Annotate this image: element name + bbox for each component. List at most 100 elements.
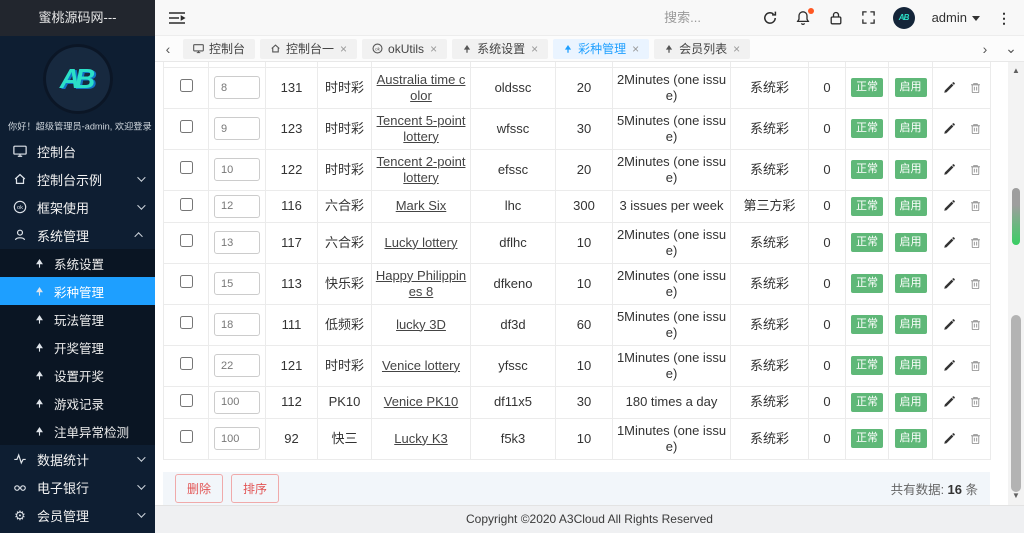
close-icon[interactable]: × [430,42,437,56]
edit-icon[interactable] [942,122,956,136]
sidebar-item-play-management[interactable]: 玩法管理 [0,305,155,333]
close-icon[interactable]: × [340,42,347,56]
lottery-zero: 0 [809,190,846,222]
row-checkbox[interactable] [180,120,193,133]
tab-okutils[interactable]: ok okUtils × [362,39,447,59]
sort-input[interactable] [214,117,260,140]
edit-icon[interactable] [942,359,956,373]
edit-icon[interactable] [942,432,956,446]
sidebar-item-game-records[interactable]: 游戏记录 [0,389,155,417]
lottery-name-link[interactable]: Lucky lottery [385,235,458,250]
sidebar-item-bet-anomaly-check[interactable]: 注单异常检测 [0,417,155,445]
delete-icon[interactable] [969,199,982,213]
sidebar-item-lottery-management[interactable]: 彩种管理 [0,277,155,305]
lottery-name-link[interactable]: Happy Philippines 8 [376,268,466,299]
lock-icon[interactable] [828,10,844,26]
scrollbar-thumb-inner[interactable] [1012,188,1020,245]
edit-icon[interactable] [942,199,956,213]
row-checkbox[interactable] [180,316,193,329]
delete-icon[interactable] [969,122,982,136]
scrollbar[interactable]: ▲ ▼ [1008,62,1024,505]
tab-lottery-management[interactable]: 彩种管理 × [553,39,649,59]
lottery-name-link[interactable]: Tencent 2-point lottery [377,154,466,185]
lottery-name-link[interactable]: Venice lottery [382,358,460,373]
row-checkbox[interactable] [180,234,193,247]
edit-icon[interactable] [942,236,956,250]
tab-dashboard[interactable]: 控制台 [183,39,255,59]
edit-icon[interactable] [942,277,956,291]
row-checkbox[interactable] [180,357,193,370]
tabs-scroll-right-icon[interactable]: › [972,36,998,61]
lottery-name-link[interactable]: Lucky K3 [394,431,447,446]
sort-input[interactable] [214,391,260,414]
sidebar-item-draw-management[interactable]: 开奖管理 [0,333,155,361]
sidebar-item-set-draw[interactable]: 设置开奖 [0,361,155,389]
close-icon[interactable]: × [531,42,538,56]
sidebar-item-framework[interactable]: ok 框架使用 [0,193,155,221]
avatar[interactable]: AB [893,7,915,29]
lottery-name-link[interactable]: lucky 3D [396,317,446,332]
sort-input[interactable] [214,158,260,181]
tab-member-list[interactable]: 会员列表 × [654,39,750,59]
sort-button[interactable]: 排序 [231,474,279,503]
sidebar-item-console-demo[interactable]: 控制台示例 [0,165,155,193]
search-input[interactable] [618,10,748,25]
sort-input[interactable] [214,195,260,218]
delete-icon[interactable] [969,395,982,409]
delete-icon[interactable] [969,277,982,291]
sort-input[interactable] [214,76,260,99]
tab-system-settings[interactable]: 系统设置 × [452,39,548,59]
tabs-dropdown-icon[interactable]: ⌄ [998,36,1024,61]
tabs-scroll-left-icon[interactable]: ‹ [155,36,181,61]
delete-icon[interactable] [969,318,982,332]
sidebar-item-dashboard[interactable]: 控制台 [0,137,155,165]
sidebar-item-e-bank[interactable]: 电子银行 [0,473,155,501]
edit-icon[interactable] [942,81,956,95]
tree-icon [32,426,46,437]
bell-icon[interactable] [795,10,811,26]
lottery-type: 快乐彩 [318,263,372,304]
delete-button[interactable]: 删除 [175,474,223,503]
row-checkbox[interactable] [180,394,193,407]
sort-input[interactable] [214,313,260,336]
sort-input[interactable] [214,427,260,450]
edit-icon[interactable] [942,318,956,332]
status-badge: 正常 [851,274,883,293]
lottery-name-link[interactable]: Australia time color [377,72,466,103]
edit-icon[interactable] [942,395,956,409]
tab-console-one[interactable]: 控制台一 × [260,39,357,59]
refresh-icon[interactable] [762,10,778,26]
fold-menu-icon[interactable] [168,11,186,25]
close-icon[interactable]: × [632,42,639,56]
sidebar-item-member-management[interactable]: ⚙ 会员管理 [0,501,155,529]
close-icon[interactable]: × [733,42,740,56]
fullscreen-icon[interactable] [861,10,876,25]
row-checkbox[interactable] [180,198,193,211]
user-menu[interactable]: admin [932,10,980,25]
sort-input[interactable] [214,354,260,377]
delete-icon[interactable] [969,81,982,95]
sort-input[interactable] [214,272,260,295]
delete-icon[interactable] [969,432,982,446]
lottery-number: 10 [556,263,613,304]
lottery-code: lhc [471,190,556,222]
scroll-up-icon[interactable]: ▲ [1008,66,1024,76]
scroll-down-icon[interactable]: ▼ [1008,491,1024,501]
more-icon[interactable]: ⋮ [997,11,1011,25]
sidebar-item-data-statistics[interactable]: 数据统计 [0,445,155,473]
delete-icon[interactable] [969,163,982,177]
edit-icon[interactable] [942,163,956,177]
row-checkbox[interactable] [180,275,193,288]
sidebar-item-system-settings[interactable]: 系统设置 [0,249,155,277]
delete-icon[interactable] [969,236,982,250]
row-checkbox[interactable] [180,161,193,174]
lottery-name-link[interactable]: Tencent 5-point lottery [377,113,466,144]
scrollbar-thumb-outer[interactable] [1011,315,1021,492]
lottery-name-link[interactable]: Mark Six [396,198,447,213]
row-checkbox[interactable] [180,430,193,443]
delete-icon[interactable] [969,359,982,373]
row-checkbox[interactable] [180,79,193,92]
sort-input[interactable] [214,231,260,254]
lottery-name-link[interactable]: Venice PK10 [384,394,458,409]
sidebar-item-system-management[interactable]: 系统管理 [0,221,155,249]
